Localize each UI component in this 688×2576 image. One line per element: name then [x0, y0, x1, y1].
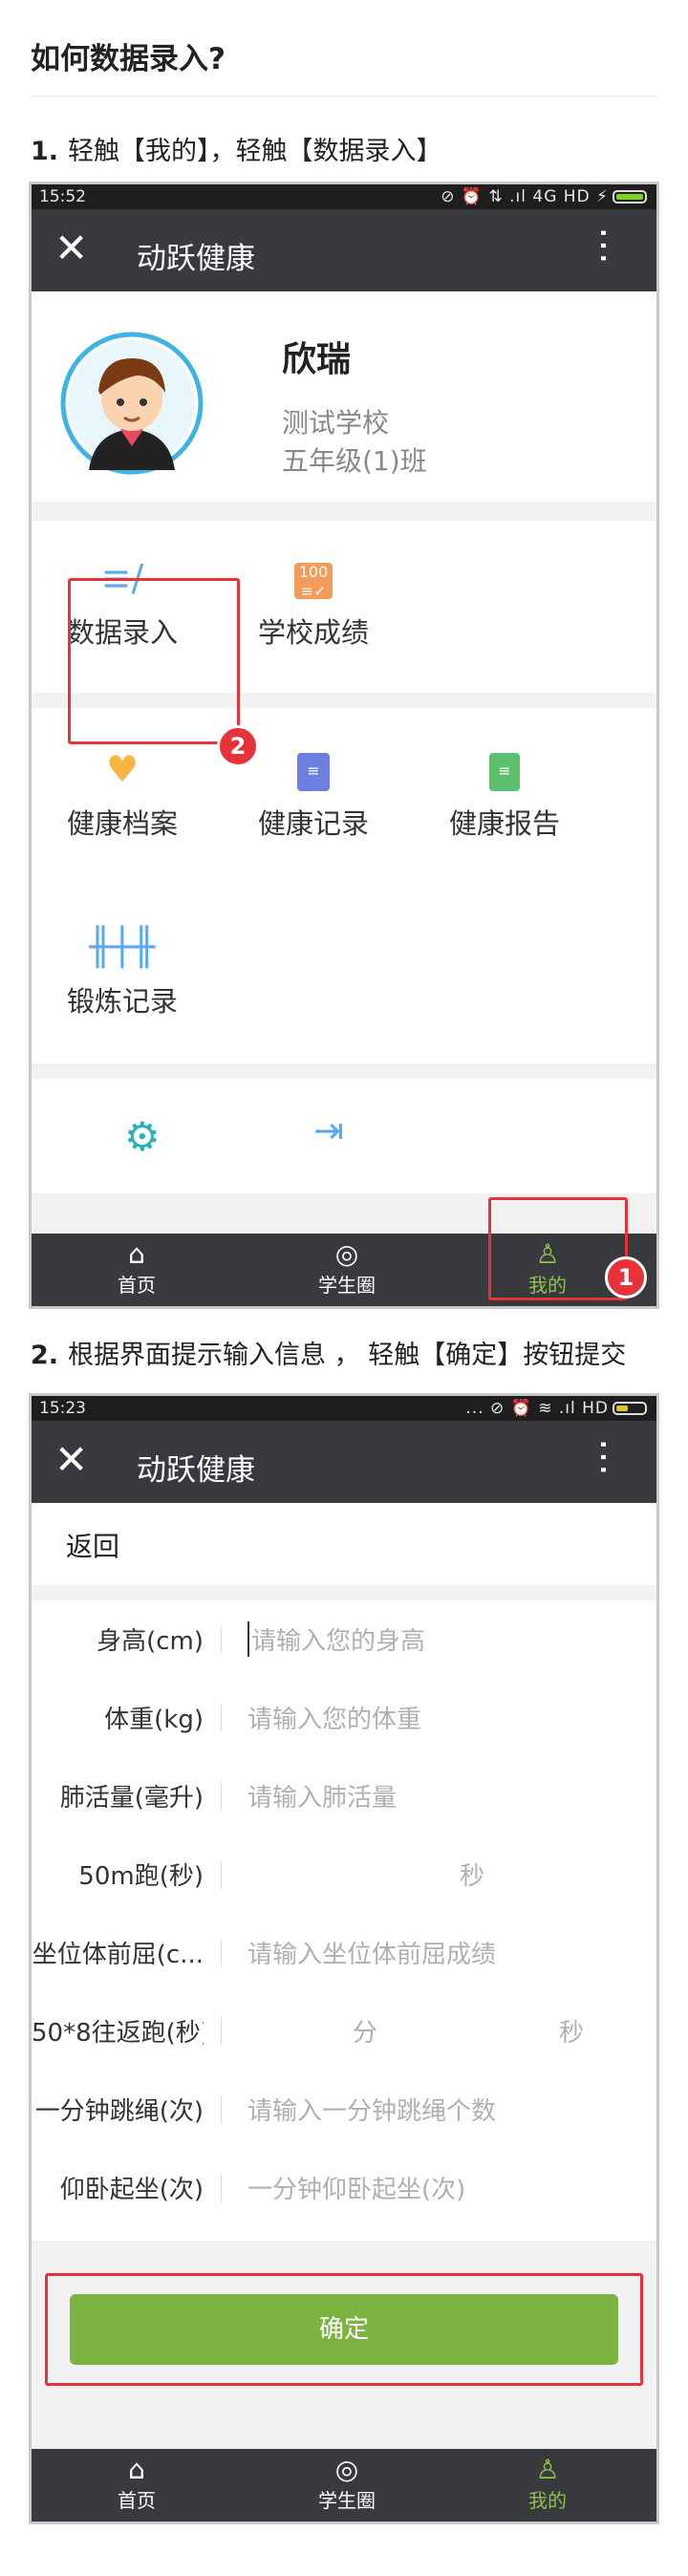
menu-health-profile-label: 健康档案: [66, 807, 178, 840]
tab-mine-label: 我的: [528, 2489, 567, 2512]
app-title: 动跃健康: [137, 242, 255, 276]
profile-school: 测试学校: [282, 407, 390, 439]
title-divider: [31, 96, 657, 97]
score-100-icon: 100 ≡✓: [223, 555, 404, 601]
badge-2: 2: [217, 725, 259, 767]
step-1-number: 1.: [31, 137, 59, 166]
rope-input[interactable]: 请输入一分钟跳绳个数: [247, 2092, 496, 2127]
profile-card: 欣瑞 测试学校 五年级(1)班: [32, 291, 656, 502]
gear-icon[interactable]: ⚙: [124, 1113, 161, 1160]
title-bar: ✕ 动跃健康 …: [32, 209, 656, 291]
tab-bar: ⌂ 首页 ◎ 学生圈 ♙ 我的: [32, 2449, 656, 2522]
highlight-confirm: [45, 2273, 643, 2386]
close-icon[interactable]: ✕: [54, 1438, 88, 1482]
menu-school-score-label: 学校成绩: [257, 616, 369, 649]
step-2-number: 2.: [31, 1341, 59, 1370]
field-situp: 仰卧起坐(次) 一分钟仰卧起坐(次): [32, 2149, 656, 2227]
screenshot-my-page: 15:52 ⊘ ⏰ ⇅ .ıl 4G HD ⚡ ✕ 动跃健康 … 欣瑞 测试学校…: [29, 182, 659, 1309]
menu-exercise-record-label: 锻炼记录: [66, 985, 178, 1018]
more-menu-icon[interactable]: …: [591, 226, 635, 265]
page-title: 如何数据录入?: [31, 42, 226, 76]
avatar: [60, 332, 204, 475]
logout-icon[interactable]: ⇥: [313, 1109, 344, 1151]
more-menu-icon[interactable]: …: [591, 1438, 635, 1476]
tab-circle[interactable]: ◎ 学生圈: [242, 1239, 452, 1298]
home-icon: ⌂: [128, 1238, 145, 1270]
sit-reach-input[interactable]: 请输入坐位体前屈成绩: [247, 1935, 496, 1970]
tab-home-label: 首页: [118, 2489, 156, 2512]
step-1-text: 轻触【我的】，轻触【数据录入】: [68, 137, 442, 166]
highlight-data-entry: [68, 578, 240, 744]
profile-name: 欣瑞: [282, 340, 352, 379]
field-rope: 一分钟跳绳(次) 请输入一分钟跳绳个数: [32, 2071, 656, 2149]
field-lung: 肺活量(毫升) 请输入肺活量: [32, 1757, 656, 1835]
battery-icon: [613, 190, 647, 204]
heart-icon: ♥: [105, 748, 140, 790]
tab-home[interactable]: ⌂ 首页: [32, 2455, 242, 2513]
field-rope-label: 一分钟跳绳(次): [34, 2097, 204, 2126]
profile-class: 五年级(1)班: [282, 445, 427, 477]
close-icon[interactable]: ✕: [54, 226, 88, 270]
menu-health-profile[interactable]: ♥ 健康档案: [32, 746, 213, 842]
field-situp-label: 仰卧起坐(次): [59, 2176, 204, 2204]
tab-circle-label: 学生圈: [318, 2489, 376, 2512]
menu-health-record-label: 健康记录: [257, 807, 369, 840]
status-time: 15:23: [39, 1399, 86, 1418]
menu-group-2: ♥ 健康档案 ≡ 健康记录 ≡ 健康报告 ╫┼╫ 锻炼记录: [32, 708, 656, 1063]
field-50m-label: 50m跑(秒): [78, 1862, 204, 1891]
lung-input[interactable]: 请输入肺活量: [247, 1778, 397, 1814]
menu-school-score[interactable]: 100 ≡✓ 学校成绩: [223, 555, 404, 651]
person-icon: ♙: [535, 2454, 560, 2485]
tab-circle[interactable]: ◎ 学生圈: [242, 2455, 452, 2513]
status-bar: 15:23 ... ⊘ ⏰ ≋ .ıl HD: [32, 1396, 656, 1421]
field-sit-reach: 坐位体前屈(c... 请输入坐位体前屈成绩: [32, 1914, 656, 1992]
status-icons: ... ⊘ ⏰ ≋ .ıl HD: [465, 1399, 609, 1418]
field-shuttle-run-label: 50*8往返跑(秒): [32, 2019, 204, 2048]
report-icon: ≡: [414, 746, 595, 792]
tab-home[interactable]: ⌂ 首页: [32, 1239, 242, 1298]
step-1: 1. 轻触【我的】，轻触【数据录入】: [31, 130, 442, 167]
title-bar: ✕ 动跃健康 …: [32, 1421, 656, 1503]
field-shuttle-run: 50*8往返跑(秒) 分 秒: [32, 1992, 656, 2071]
dumbbell-icon: ╫┼╫: [89, 926, 156, 968]
height-input[interactable]: 请输入您的身高: [247, 1621, 425, 1657]
field-weight: 体重(kg) 请输入您的体重: [32, 1679, 656, 1757]
screenshot-data-entry-form: 15:23 ... ⊘ ⏰ ≋ .ıl HD ✕ 动跃健康 … 返回 身高(cm…: [29, 1393, 659, 2524]
menu-health-report-label: 健康报告: [448, 807, 560, 840]
app-title: 动跃健康: [137, 1453, 255, 1488]
50m-seconds-input[interactable]: 秒: [460, 1857, 484, 1892]
badge-1: 1: [605, 1256, 647, 1299]
chat-icon: ◎: [334, 2454, 359, 2485]
battery-icon: [613, 1402, 647, 1415]
field-height: 身高(cm) 请输入您的身高: [32, 1600, 656, 1679]
tab-circle-label: 学生圈: [318, 1274, 376, 1297]
field-height-label: 身高(cm): [97, 1627, 204, 1656]
shuttle-sec-input[interactable]: 秒: [559, 2013, 584, 2049]
field-sit-reach-label: 坐位体前屈(c...: [32, 1941, 204, 1969]
shuttle-min-input[interactable]: 分: [353, 2013, 377, 2049]
status-time: 15:52: [39, 187, 86, 206]
situp-input[interactable]: 一分钟仰卧起坐(次): [247, 2170, 465, 2205]
menu-health-report[interactable]: ≡ 健康报告: [414, 746, 595, 842]
menu-group-3: ⚙ ⇥: [32, 1079, 656, 1193]
menu-exercise-record[interactable]: ╫┼╫ 锻炼记录: [32, 924, 213, 1020]
back-bar: 返回: [32, 1503, 656, 1585]
weight-input[interactable]: 请输入您的体重: [247, 1700, 421, 1735]
field-lung-label: 肺活量(毫升): [59, 1784, 204, 1813]
field-weight-label: 体重(kg): [104, 1706, 204, 1734]
tab-home-label: 首页: [118, 1274, 156, 1297]
field-50m: 50m跑(秒) 秒: [32, 1835, 656, 1914]
status-bar: 15:52 ⊘ ⏰ ⇅ .ıl 4G HD ⚡: [32, 184, 656, 209]
step-2-text: 根据界面提示输入信息 ， 轻触【确定】按钮提交: [68, 1341, 627, 1370]
tab-mine[interactable]: ♙ 我的: [442, 2455, 653, 2513]
entry-form: 身高(cm) 请输入您的身高 体重(kg) 请输入您的体重 肺活量(毫升) 请输…: [32, 1600, 656, 2241]
status-icons: ⊘ ⏰ ⇅ .ıl 4G HD ⚡: [441, 187, 609, 206]
back-link[interactable]: 返回: [66, 1526, 119, 1564]
home-icon: ⌂: [128, 2454, 145, 2485]
chat-icon: ◎: [334, 1238, 359, 1270]
step-2: 2. 根据界面提示输入信息 ， 轻触【确定】按钮提交: [31, 1334, 626, 1371]
